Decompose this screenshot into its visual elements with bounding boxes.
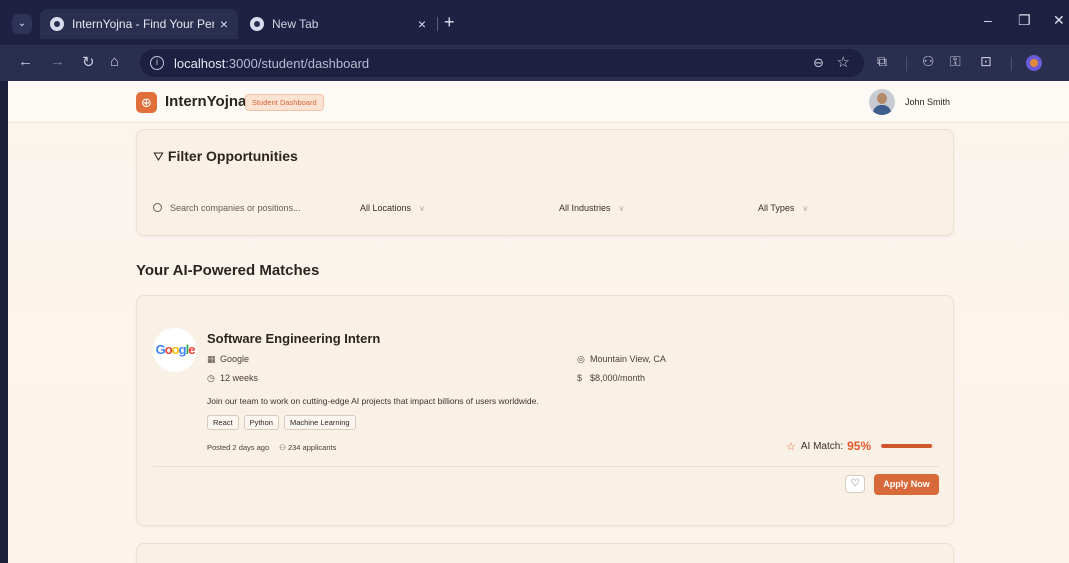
home-icon[interactable]: ⌂ xyxy=(110,53,119,70)
job-card[interactable] xyxy=(136,543,954,563)
zoom-icon[interactable]: ⊖ xyxy=(813,55,824,71)
dashboard-badge: Student Dashboard xyxy=(245,94,324,111)
browser-tab-new[interactable]: New Tab × xyxy=(240,9,436,39)
restore-icon[interactable]: ❐ xyxy=(1018,12,1031,29)
users-icon: ⚇ xyxy=(279,443,288,452)
company-logo: Google xyxy=(153,328,197,372)
dollar-icon: $ xyxy=(577,373,583,383)
clock-icon: ◷ xyxy=(207,373,215,383)
tab-title: New Tab xyxy=(272,17,319,31)
screenshot-icon[interactable]: ⊡ xyxy=(980,53,992,70)
posted-info: Posted 2 days ago ⚇ 234 applicants xyxy=(207,443,337,452)
tab-title: InternYojna - Find Your Perfect I xyxy=(72,17,214,31)
chevron-down-icon: ∨ xyxy=(419,204,425,213)
tab-search-chevron-icon[interactable]: ⌄ xyxy=(12,14,32,34)
skill-tags: React Python Machine Learning xyxy=(207,415,356,430)
reload-icon[interactable]: ↻ xyxy=(82,53,95,71)
address-bar[interactable]: i localhost:3000/student/dashboard ⊖ ☆ xyxy=(140,49,864,77)
location-select[interactable]: All Locations ∨ xyxy=(360,203,425,213)
section-title: Your AI-Powered Matches xyxy=(136,262,320,279)
extensions-icon[interactable]: ⧉ xyxy=(877,53,887,70)
site-info-icon[interactable]: i xyxy=(150,56,164,70)
globe-icon xyxy=(50,17,64,31)
type-select[interactable]: All Types ∨ xyxy=(758,203,808,213)
close-tab-icon[interactable]: × xyxy=(220,16,228,32)
tab-divider xyxy=(437,17,438,31)
match-percent: 95% xyxy=(847,439,872,453)
building-icon: ▦ xyxy=(207,354,216,364)
profile-avatar-icon[interactable] xyxy=(1026,55,1042,71)
card-divider xyxy=(153,466,939,467)
search-icon xyxy=(153,203,162,212)
location-pin-icon: ◎ xyxy=(577,354,585,364)
industry-select[interactable]: All Industries ∨ xyxy=(559,203,624,213)
url-text: localhost:3000/student/dashboard xyxy=(174,55,370,71)
job-card[interactable]: Google Software Engineering Intern ▦ Goog… xyxy=(136,295,954,526)
new-tab-button[interactable]: + xyxy=(444,12,455,33)
save-favorite-button[interactable]: ♡ xyxy=(845,475,865,493)
heart-icon: ♡ xyxy=(850,478,860,489)
skill-tag: Machine Learning xyxy=(283,415,356,430)
back-icon[interactable]: ← xyxy=(18,53,33,70)
match-progress-fill xyxy=(881,444,932,448)
bookmark-star-icon[interactable]: ☆ xyxy=(837,53,850,71)
job-duration: ◷ 12 weeks xyxy=(207,373,259,383)
company-name: ▦ Google xyxy=(207,354,250,364)
user-avatar[interactable] xyxy=(869,89,895,115)
apply-now-button[interactable]: Apply Now xyxy=(874,474,939,495)
match-label: AI Match: xyxy=(800,440,844,452)
app-header: ⊕ InternYojna Student Dashboard John Smi… xyxy=(8,81,1069,123)
search-input[interactable]: Search companies or positions... xyxy=(153,203,343,213)
chevron-down-icon: ∨ xyxy=(618,204,625,213)
minimize-icon[interactable]: – xyxy=(984,12,992,28)
job-stipend: $ $8,000/month xyxy=(577,373,646,383)
skill-tag: Python xyxy=(243,415,279,430)
toolbar-separator xyxy=(1011,57,1012,71)
toolbar-separator xyxy=(906,57,907,71)
chevron-down-icon: ∨ xyxy=(802,204,809,213)
browser-tab-active[interactable]: InternYojna - Find Your Perfect I × xyxy=(40,9,238,39)
logo-icon[interactable]: ⊕ xyxy=(136,92,157,113)
match-progress-bar xyxy=(881,444,935,448)
star-icon: ☆ xyxy=(786,440,796,453)
skill-tag: React xyxy=(207,415,239,430)
close-window-icon[interactable]: ✕ xyxy=(1053,12,1065,29)
ai-match-score: ☆ AI Match: 95% xyxy=(786,439,935,453)
close-tab-icon[interactable]: × xyxy=(418,16,426,32)
browser-tab-bar: ⌄ InternYojna - Find Your Perfect I × Ne… xyxy=(0,0,1069,45)
user-name[interactable]: John Smith xyxy=(905,97,950,107)
globe-icon xyxy=(250,17,264,31)
page-content: ⊕ InternYojna Student Dashboard John Smi… xyxy=(8,81,1069,563)
job-description: Join our team to work on cutting-edge AI… xyxy=(207,396,539,406)
brand-name[interactable]: InternYojna xyxy=(165,93,246,110)
filter-card: ⛛ Filter Opportunities Search companies o… xyxy=(136,129,954,236)
funnel-icon: ⛛ xyxy=(153,149,164,164)
filter-title: ⛛ Filter Opportunities xyxy=(153,148,298,164)
password-key-icon[interactable]: ⚿ xyxy=(950,53,961,70)
forward-icon[interactable]: → xyxy=(50,53,65,70)
job-location: ◎ Mountain View, CA xyxy=(577,354,666,364)
job-title[interactable]: Software Engineering Intern xyxy=(207,331,380,346)
browser-toolbar: ← → ↻ ⌂ i localhost:3000/student/dashboa… xyxy=(0,45,1069,81)
incognito-icon[interactable]: ⚇ xyxy=(922,53,935,70)
